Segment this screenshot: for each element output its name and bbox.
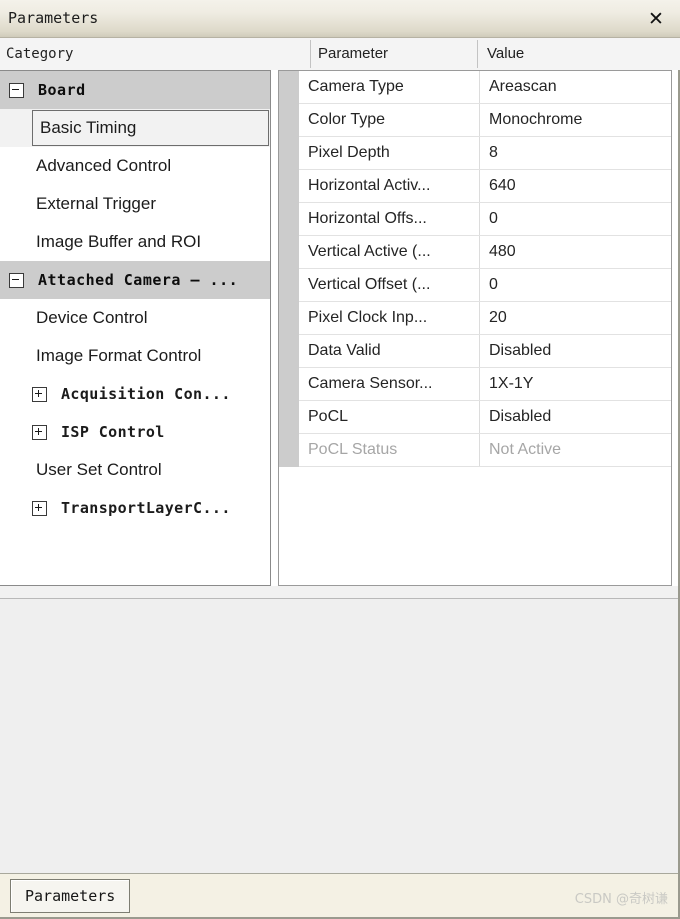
parameter-value[interactable]: Disabled bbox=[489, 335, 667, 367]
column-header-parameter[interactable]: Parameter bbox=[318, 38, 468, 70]
table-row[interactable]: PoCL Status Not Active bbox=[299, 434, 671, 467]
cell-divider bbox=[479, 269, 480, 301]
cell-divider bbox=[479, 368, 480, 400]
parameter-value: Not Active bbox=[489, 441, 562, 458]
parameter-rows: Camera Type Areascan Color Type Monochrome P… bbox=[299, 71, 671, 467]
header-divider-1 bbox=[310, 40, 311, 68]
table-row[interactable]: PoCL Disabled bbox=[299, 401, 671, 434]
parameter-name: PoCL Status bbox=[308, 441, 398, 458]
table-gutter bbox=[279, 71, 299, 467]
collapse-minus-icon[interactable] bbox=[9, 272, 24, 288]
tree-item-label: ISP Control bbox=[61, 423, 165, 441]
parameter-name: Camera Type bbox=[308, 78, 404, 95]
tree-item-label: Basic Timing bbox=[40, 118, 137, 137]
parameter-name: Pixel Clock Inp... bbox=[308, 309, 428, 326]
tree-item-isp-control[interactable]: ISP Control bbox=[0, 413, 270, 451]
parameter-name: Camera Sensor... bbox=[308, 375, 433, 392]
column-header-strip: Category Parameter Value bbox=[0, 38, 680, 70]
cell-divider bbox=[479, 137, 480, 169]
collapse-minus-icon[interactable] bbox=[9, 82, 24, 98]
parameter-table-panel[interactable]: Camera Type Areascan Color Type Monochrome P… bbox=[278, 70, 672, 586]
cell-divider bbox=[479, 434, 480, 466]
panel-gap bbox=[0, 586, 678, 598]
tree-group-attached-camera[interactable]: Attached Camera — ... bbox=[0, 261, 270, 299]
parameter-name: Vertical Active (... bbox=[308, 243, 431, 260]
tree-item-advanced-control[interactable]: Advanced Control bbox=[0, 147, 270, 185]
tree-group-label: Attached Camera — ... bbox=[38, 271, 239, 289]
tree-item-device-control[interactable]: Device Control bbox=[0, 299, 270, 337]
table-row[interactable]: Horizontal Offs... 0 bbox=[299, 203, 671, 236]
tree-item-transportlayerc[interactable]: TransportLayerC... bbox=[0, 489, 270, 527]
tree-item-label: External Trigger bbox=[36, 194, 156, 213]
close-icon[interactable]: ✕ bbox=[644, 7, 668, 31]
table-row[interactable]: Data Valid Disabled bbox=[299, 335, 671, 368]
parameter-value[interactable]: 0 bbox=[489, 203, 667, 235]
cell-divider bbox=[479, 203, 480, 235]
parameter-value[interactable]: 480 bbox=[489, 236, 667, 268]
table-row[interactable]: Pixel Depth 8 bbox=[299, 137, 671, 170]
tree-item-acquisition-con[interactable]: Acquisition Con... bbox=[0, 375, 270, 413]
table-row[interactable]: Camera Type Areascan bbox=[299, 71, 671, 104]
cell-divider bbox=[479, 104, 480, 136]
parameter-name: Pixel Depth bbox=[308, 144, 390, 161]
tab-parameters[interactable]: Parameters bbox=[10, 879, 131, 913]
table-row[interactable]: Color Type Monochrome bbox=[299, 104, 671, 137]
window-titlebar: Parameters ✕ bbox=[0, 0, 680, 38]
parameter-value[interactable]: 1X-1Y bbox=[489, 368, 667, 400]
cell-divider bbox=[479, 71, 480, 103]
tree-item-basic-timing[interactable]: Basic Timing bbox=[0, 109, 270, 147]
tree-item-label: Image Buffer and ROI bbox=[36, 232, 202, 251]
cell-divider bbox=[479, 302, 480, 334]
table-row[interactable]: Camera Sensor... 1X-1Y bbox=[299, 368, 671, 401]
cell-divider bbox=[479, 401, 480, 433]
cell-divider bbox=[479, 335, 480, 367]
parameter-name: Vertical Offset (... bbox=[308, 276, 431, 293]
parameter-value[interactable]: 20 bbox=[489, 302, 667, 334]
expand-plus-icon[interactable] bbox=[32, 386, 47, 402]
cell-divider bbox=[479, 236, 480, 268]
parameter-name: Horizontal Offs... bbox=[308, 210, 427, 227]
parameter-value[interactable]: Disabled bbox=[489, 401, 667, 433]
parameter-name: Data Valid bbox=[308, 342, 381, 359]
tree-item-image-format-control[interactable]: Image Format Control bbox=[0, 337, 270, 375]
parameter-value[interactable]: Monochrome bbox=[489, 104, 667, 136]
cell-divider bbox=[479, 170, 480, 202]
tree-item-label: TransportLayerC... bbox=[61, 499, 231, 517]
tree-item-label: Acquisition Con... bbox=[61, 385, 231, 403]
tree-item-label: Advanced Control bbox=[36, 156, 172, 175]
tree-item-user-set-control[interactable]: User Set Control bbox=[0, 451, 270, 489]
tree-item-label: Device Control bbox=[36, 308, 148, 327]
parameter-name: Horizontal Activ... bbox=[308, 177, 431, 194]
table-row[interactable]: Vertical Offset (... 0 bbox=[299, 269, 671, 302]
window-title: Parameters bbox=[8, 9, 99, 27]
parameter-name: PoCL bbox=[308, 408, 349, 425]
expand-plus-icon[interactable] bbox=[32, 500, 47, 516]
table-row[interactable]: Pixel Clock Inp... 20 bbox=[299, 302, 671, 335]
tree-item-label: Image Format Control bbox=[36, 346, 202, 365]
column-header-value[interactable]: Value bbox=[487, 38, 667, 70]
table-row[interactable]: Horizontal Activ... 640 bbox=[299, 170, 671, 203]
parameter-value[interactable]: 8 bbox=[489, 137, 667, 169]
lower-empty-area bbox=[0, 599, 678, 873]
tree-group-board[interactable]: Board bbox=[0, 71, 270, 109]
parameter-value[interactable]: 0 bbox=[489, 269, 667, 301]
tree-group-label: Board bbox=[38, 81, 86, 99]
category-tree-panel[interactable]: Board Basic Timing Advanced Control Externa… bbox=[0, 70, 271, 586]
parameters-window: Parameters ✕ Category Parameter Value Bo… bbox=[0, 0, 680, 919]
column-header-category[interactable]: Category bbox=[6, 38, 306, 70]
watermark-text: CSDN @奇树谦 bbox=[574, 892, 668, 907]
tree-item-external-trigger[interactable]: External Trigger bbox=[0, 185, 270, 223]
table-row[interactable]: Vertical Active (... 480 bbox=[299, 236, 671, 269]
tree-item-image-buffer-and-roi[interactable]: Image Buffer and ROI bbox=[0, 223, 270, 261]
expand-plus-icon[interactable] bbox=[32, 424, 47, 440]
bottom-tab-strip: Parameters CSDN @奇树谦 bbox=[0, 873, 678, 917]
parameter-name: Color Type bbox=[308, 111, 386, 128]
parameter-value[interactable]: Areascan bbox=[489, 71, 667, 103]
tree-item-label: User Set Control bbox=[36, 460, 162, 479]
parameter-value[interactable]: 640 bbox=[489, 170, 667, 202]
header-divider-2 bbox=[477, 40, 478, 68]
